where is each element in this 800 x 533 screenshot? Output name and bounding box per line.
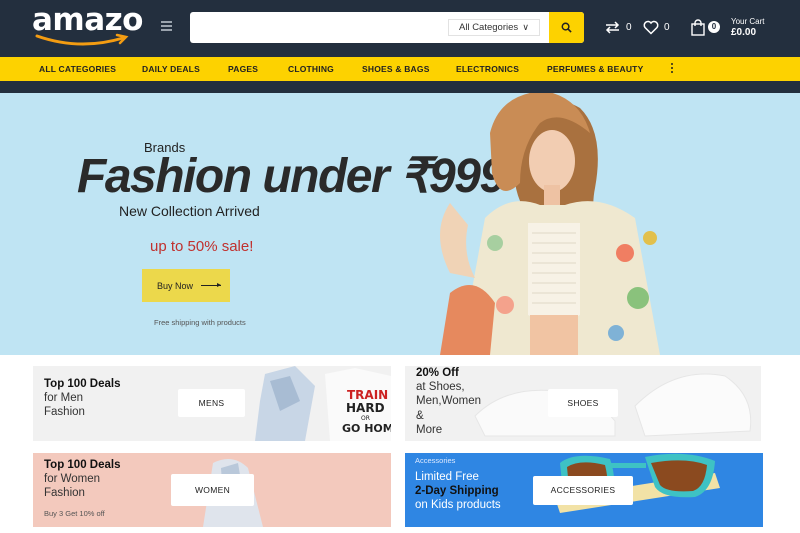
main-nav: ALL CATEGORIES DAILY DEALS PAGES CLOTHIN… [0, 57, 800, 81]
buy-now-label: Buy Now [157, 280, 194, 291]
compare-link[interactable]: 0 [604, 18, 632, 36]
shirt-text-go-home: GO HOME [342, 422, 391, 435]
wishlist-count: 0 [664, 21, 670, 33]
cart-total[interactable]: £0.00 [731, 27, 756, 38]
accessories-banner[interactable]: Accessories Limited Free 2-Day Shipping … [405, 453, 763, 527]
men-banner-line1: Top 100 Deals [44, 378, 121, 390]
category-select[interactable]: All Categories ∨ [448, 19, 540, 36]
search-button[interactable] [549, 12, 584, 43]
women-banner-text: Top 100 Deals for Women Fashion [44, 458, 121, 500]
nav-item-shoes-bags[interactable]: SHOES & BAGS [362, 57, 430, 81]
compare-count: 0 [626, 21, 632, 33]
chevron-down-icon: ∨ [522, 22, 529, 32]
mens-button[interactable]: MENS [178, 389, 245, 417]
hero-shipping-note: Free shipping with products [154, 318, 246, 327]
top-header: amazo All Categories ∨ 0 0 0 Your Cart £… [0, 0, 800, 57]
accessories-banner-line1: Limited Free [415, 471, 479, 483]
search-bar: All Categories ∨ [190, 12, 584, 43]
shoes-banner[interactable]: 20% Off at Shoes, Men,Women & More SHOES [405, 366, 761, 441]
nav-item-pages[interactable]: PAGES [228, 57, 258, 81]
shirt-text-or: OR [361, 415, 370, 422]
nav-item-all-categories[interactable]: ALL CATEGORIES [39, 57, 116, 81]
men-banner[interactable]: Top 100 Deals for Men Fashion TRAIN HARD… [33, 366, 391, 441]
shirt-text-hard: HARD [346, 401, 385, 415]
women-banner-line3: Fashion [44, 487, 85, 499]
women-button[interactable]: WOMEN [171, 474, 254, 506]
men-banner-text: Top 100 Deals for Men Fashion [44, 377, 121, 419]
cart-link[interactable] [690, 18, 706, 36]
hero-sale-text: up to 50% sale! [150, 238, 254, 255]
nav-item-perfumes-beauty[interactable]: PERFUMES & BEAUTY [547, 57, 643, 81]
nav-item-clothing[interactable]: CLOTHING [288, 57, 334, 81]
accessories-button[interactable]: ACCESSORIES [533, 476, 633, 505]
shopping-bag-icon [691, 18, 705, 36]
compare-icon [605, 20, 620, 34]
shoes-banner-line1: 20% Off [416, 367, 459, 379]
women-banner-line1: Top 100 Deals [44, 459, 121, 471]
shirt-text-train: TRAIN [347, 388, 388, 402]
men-banner-line2: for Men [44, 392, 83, 404]
shoes-banner-line5: More [416, 423, 443, 436]
search-input[interactable] [190, 12, 442, 43]
hero-model-image [440, 93, 660, 355]
nav-underbar [0, 81, 800, 93]
women-banner-note: Buy 3 Get 10% off [44, 509, 105, 518]
shoes-banner-line4: & [416, 409, 424, 422]
hero-subtitle: New Collection Arrived [119, 203, 260, 219]
category-select-label: All Categories [459, 22, 519, 33]
nav-item-daily-deals[interactable]: DAILY DEALS [142, 57, 200, 81]
menu-toggle-icon[interactable] [161, 21, 172, 31]
shoes-banner-line2: at Shoes, [416, 381, 465, 394]
wishlist-link[interactable]: 0 [643, 18, 670, 36]
search-icon [561, 22, 572, 33]
cart-label: Your Cart [731, 17, 765, 26]
women-banner-line2: for Women [44, 473, 101, 485]
men-clothing-image: TRAIN HARD OR GO HOME [255, 366, 391, 441]
nav-item-electronics[interactable]: ELECTRONICS [456, 57, 519, 81]
accessories-banner-line2: 2-Day Shipping [415, 485, 499, 497]
more-menu-icon[interactable] [671, 63, 674, 75]
heart-icon [643, 20, 659, 35]
women-banner[interactable]: Top 100 Deals for Women Fashion Buy 3 Ge… [33, 453, 391, 527]
accessories-tag: Accessories [415, 456, 456, 465]
buy-now-button[interactable]: Buy Now [142, 269, 230, 302]
cart-count-badge: 0 [708, 21, 720, 33]
logo-smile-icon [35, 33, 129, 46]
arrow-right-icon [201, 283, 222, 287]
hero-banner: Brands Fashion under ₹999 New Collection… [0, 93, 800, 355]
accessories-banner-line3: on Kids products [415, 499, 501, 511]
shoes-button[interactable]: SHOES [548, 389, 618, 417]
men-banner-line3: Fashion [44, 406, 85, 418]
accessories-banner-text: Limited Free 2-Day Shipping on Kids prod… [415, 470, 501, 512]
